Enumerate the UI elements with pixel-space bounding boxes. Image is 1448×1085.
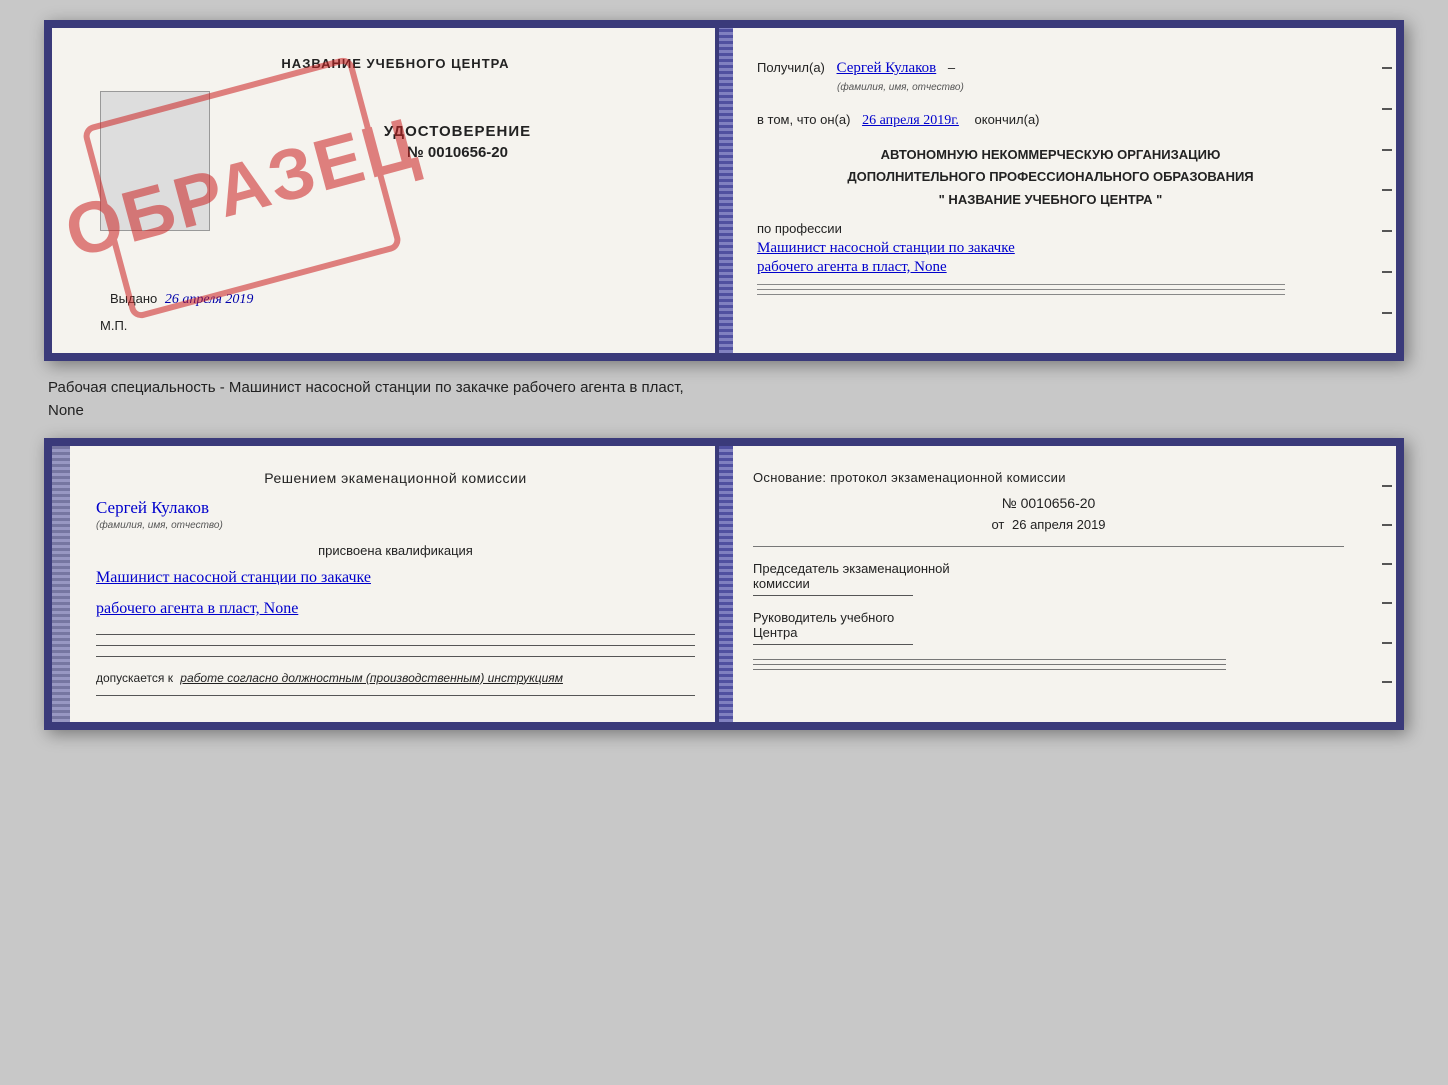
poluchil-dash: –: [948, 60, 955, 75]
predsedatel-sign-line: [753, 595, 913, 596]
mp-line: М.П.: [100, 318, 691, 333]
bline3: " НАЗВАНИЕ УЧЕБНОГО ЦЕНТРА ": [757, 189, 1344, 211]
qual-line2: рабочего агента в пласт, None: [96, 595, 695, 624]
caption-line2: None: [48, 400, 1404, 423]
vtom-line: в том, что он(а) 26 апреля 2019г. окончи…: [757, 110, 1344, 132]
photo-placeholder: [100, 91, 210, 231]
btick-5: [1382, 642, 1392, 644]
vydano-line: Выдано 26 апреля 2019: [110, 291, 691, 308]
br-extra1: [753, 659, 1226, 660]
br-ot: от 26 апреля 2019: [753, 517, 1344, 532]
underline2: [96, 645, 695, 646]
vydano-label: Выдано: [110, 291, 157, 306]
br-sep1: [753, 546, 1344, 547]
qual-line1: Машинист насосной станции по закачке: [96, 564, 695, 593]
cert-block: УДОСТОВЕРЕНИЕ № 0010656-20: [224, 113, 691, 231]
br-ot-date: 26 апреля 2019: [1012, 517, 1106, 532]
prisvoena-label: присвоена квалификация: [96, 543, 695, 558]
bottom-spine: [719, 446, 733, 722]
tick-2: [1382, 108, 1392, 110]
spine: [719, 28, 733, 353]
tick-1: [1382, 67, 1392, 69]
tick-6: [1382, 271, 1392, 273]
bottom-name: Сергей Кулаков: [96, 498, 695, 518]
underline4: [96, 695, 695, 696]
bline1: АВТОНОМНУЮ НЕКОММЕРЧЕСКУЮ ОРГАНИЗАЦИЮ: [757, 144, 1344, 166]
prof-line1: Машинист насосной станции по закачке: [757, 240, 1344, 257]
right-line3: [757, 294, 1285, 295]
osnovanie-label: Основание: протокол экзаменационной коми…: [753, 470, 1344, 485]
right-line2: [757, 289, 1285, 290]
tick-5: [1382, 230, 1392, 232]
vydano-date: 26 апреля 2019: [165, 292, 253, 307]
tick-7: [1382, 312, 1392, 314]
bottom-document: Решением экаменационной комиссии Сергей …: [44, 438, 1404, 730]
bline2: ДОПОЛНИТЕЛЬНОГО ПРОФЕССИОНАЛЬНОГО ОБРАЗО…: [757, 166, 1344, 188]
br-ot-label: от: [991, 517, 1004, 532]
rukovoditel-line2: Центра: [753, 625, 1344, 640]
btick-3: [1382, 563, 1392, 565]
top-left-page: НАЗВАНИЕ УЧЕБНОГО ЦЕНТРА УДОСТОВЕРЕНИЕ №…: [52, 28, 719, 353]
btick-2: [1382, 524, 1392, 526]
rukovoditel-sign-line: [753, 644, 913, 645]
btick-4: [1382, 602, 1392, 604]
dopuskaetsya-block: допускается к работе согласно должностны…: [96, 671, 695, 685]
predsedatel-line2: комиссии: [753, 576, 1344, 591]
rukovoditel-label: Руководитель учебного Центра: [753, 610, 1344, 640]
poluchil-label: Получил(а): [757, 60, 825, 75]
tick-4: [1382, 189, 1392, 191]
block-line1: АВТОНОМНУЮ НЕКОММЕРЧЕСКУЮ ОРГАНИЗАЦИЮ ДО…: [757, 144, 1344, 210]
top-right-page: Получил(а) Сергей Кулаков – (фамилия, им…: [733, 28, 1396, 353]
okonchil-label: окончил(а): [975, 112, 1040, 127]
underline1: [96, 634, 695, 635]
dopuskaetsya-label: допускается к: [96, 671, 173, 685]
top-left-title: НАЗВАНИЕ УЧЕБНОГО ЦЕНТРА: [100, 56, 691, 71]
br-number: № 0010656-20: [753, 495, 1344, 511]
underline3: [96, 656, 695, 657]
caption-block: Рабочая специальность - Машинист насосно…: [44, 377, 1404, 422]
btick-6: [1382, 681, 1392, 683]
rukovoditel-line1: Руководитель учебного: [753, 610, 1344, 625]
decision-text: Решением экаменационной комиссии: [96, 470, 695, 486]
dopuskaetsya-text: работе согласно должностным (производств…: [180, 671, 563, 685]
prof-line2: рабочего агента в пласт, None: [757, 259, 1344, 276]
poluchil-name: Сергей Кулаков: [837, 60, 937, 76]
right-line1: [757, 284, 1285, 285]
cert-label: УДОСТОВЕРЕНИЕ: [224, 123, 691, 140]
br-extra2: [753, 664, 1226, 665]
poluchil-line: Получил(а) Сергей Кулаков – (фамилия, им…: [757, 56, 1344, 96]
top-document: НАЗВАНИЕ УЧЕБНОГО ЦЕНТРА УДОСТОВЕРЕНИЕ №…: [44, 20, 1404, 361]
tick-3: [1382, 149, 1392, 151]
tick-marks-right: [1378, 28, 1396, 353]
predsedatel-label: Председатель экзаменационной комиссии: [753, 561, 1344, 591]
poluchil-name-hint: (фамилия, имя, отчество): [837, 80, 1344, 96]
predsedatel-line1: Председатель экзаменационной: [753, 561, 1344, 576]
bottom-left-page: Решением экаменационной комиссии Сергей …: [52, 446, 719, 722]
bottom-name-hint: (фамилия, имя, отчество): [96, 520, 695, 531]
bottom-right-page: Основание: протокол экзаменационной коми…: [733, 446, 1396, 722]
vtom-date: 26 апреля 2019г.: [862, 113, 959, 128]
bottom-tick-marks: [1378, 446, 1396, 722]
caption-line1: Рабочая специальность - Машинист насосно…: [48, 377, 1404, 400]
vtom-label: в том, что он(а): [757, 112, 850, 127]
br-extra3: [753, 669, 1226, 670]
cert-number: № 0010656-20: [224, 144, 691, 161]
btick-1: [1382, 485, 1392, 487]
po-professii-label: по профессии: [757, 221, 1344, 236]
